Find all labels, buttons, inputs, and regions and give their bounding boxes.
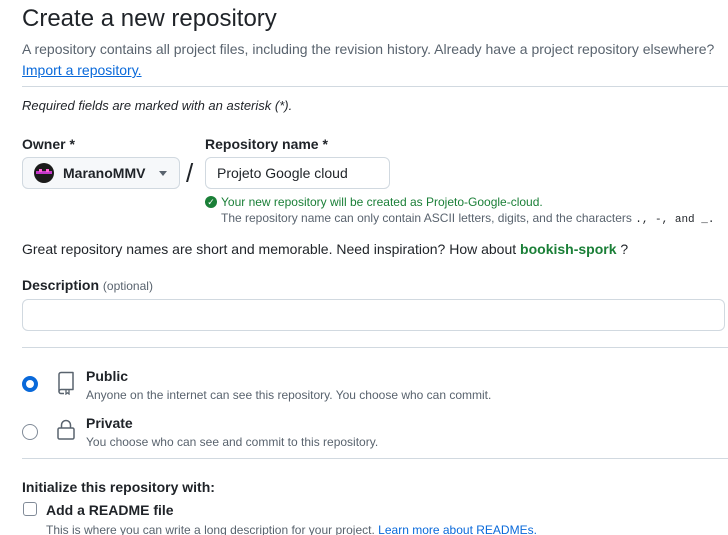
repository-name-label: Repository name * xyxy=(205,136,328,152)
private-radio[interactable] xyxy=(22,424,38,440)
public-radio[interactable] xyxy=(22,376,38,392)
repo-icon xyxy=(58,371,74,395)
owner-repo-separator: / xyxy=(186,158,194,188)
availability-text: Your new repository will be created as P… xyxy=(221,195,543,209)
new-repository-page: Create a new repository A repository con… xyxy=(0,0,728,535)
readme-desc-text: This is where you can write a long descr… xyxy=(46,523,375,535)
private-option-title: Private xyxy=(86,415,133,431)
availability-message: ✓ Your new repository will be created as… xyxy=(205,195,543,209)
description-label: Description (optional) xyxy=(22,277,153,293)
import-repository-link[interactable]: Import a repository. xyxy=(22,62,142,78)
repository-name-input[interactable] xyxy=(205,157,390,189)
visibility-divider xyxy=(22,458,728,459)
name-inspiration: Great repository names are short and mem… xyxy=(22,241,628,257)
readme-description: This is where you can write a long descr… xyxy=(46,523,537,535)
check-circle-icon: ✓ xyxy=(205,196,217,208)
rules-text: The repository name can only contain ASC… xyxy=(221,211,632,225)
owner-name: MaranoMMV xyxy=(63,165,146,181)
public-option-desc: Anyone on the internet can see this repo… xyxy=(86,388,492,402)
owner-select[interactable]: MaranoMMV xyxy=(22,157,180,189)
inspiration-text: Great repository names are short and mem… xyxy=(22,241,517,257)
private-option-desc: You choose who can see and commit to thi… xyxy=(86,435,379,449)
chevron-down-icon xyxy=(159,170,167,176)
subtitle-text: A repository contains all project files,… xyxy=(22,41,715,57)
rules-characters: ., -, and _. xyxy=(635,214,715,226)
owner-label: Owner * xyxy=(22,136,75,152)
header-divider xyxy=(22,86,728,87)
required-fields-note: Required fields are marked with an aster… xyxy=(22,98,293,113)
learn-more-readmes-link[interactable]: Learn more about READMEs. xyxy=(378,523,537,535)
optional-hint: (optional) xyxy=(102,279,153,293)
description-label-text: Description xyxy=(22,277,100,293)
avatar xyxy=(34,163,54,183)
lock-icon xyxy=(57,419,75,440)
description-input[interactable] xyxy=(22,299,725,331)
add-readme-label[interactable]: Add a README file xyxy=(46,502,174,518)
inspiration-suffix: ? xyxy=(620,241,629,257)
page-title: Create a new repository xyxy=(22,5,277,32)
page-subtitle: A repository contains all project files,… xyxy=(22,39,726,81)
name-rules-note: The repository name can only contain ASC… xyxy=(221,211,714,226)
initialize-title: Initialize this repository with: xyxy=(22,479,215,495)
public-option-title: Public xyxy=(86,368,129,384)
name-suggestion-link[interactable]: bookish-spork xyxy=(520,241,616,257)
description-divider xyxy=(22,347,728,348)
add-readme-checkbox[interactable] xyxy=(23,502,37,516)
